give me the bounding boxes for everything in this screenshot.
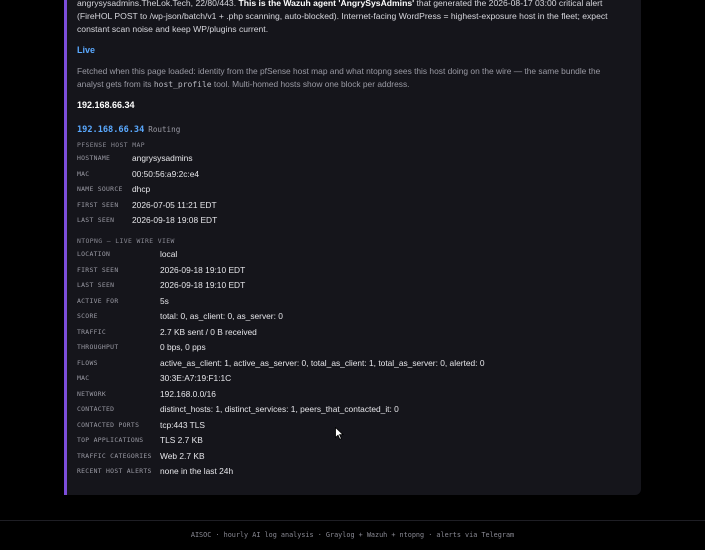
ntopng-row-label: RECENT HOST ALERTS	[77, 467, 152, 475]
pfsense-row: MAC 00:50:56:a9:2c:e4	[77, 169, 607, 181]
ip-heading: 192.168.66.34	[77, 100, 135, 110]
ntopng-row-label: FLOWS	[77, 358, 98, 367]
pfsense-row: HOSTNAME angrysysadmins	[77, 153, 607, 165]
ntopng-row-label: CONTACTED PORTS	[77, 420, 140, 429]
ntopng-row: TRAFFIC 2.7 KB sent / 0 B received	[77, 327, 607, 339]
ntopng-row: RECENT HOST ALERTS none in the last 24h	[77, 466, 607, 478]
pfsense-row-value: 2026-09-18 19:08 EDT	[132, 215, 218, 225]
ntopng-row: NETWORK 192.168.0.0/16	[77, 389, 607, 401]
ntopng-row-value: Web 2.7 KB	[160, 450, 205, 461]
pfsense-section-title: PFSENSE HOST MAP	[77, 141, 145, 149]
live-desc-text-after: tool. Multi-homed hosts show one block p…	[211, 78, 410, 89]
ntopng-row-label: ACTIVE FOR	[77, 296, 119, 305]
pfsense-row: LAST SEEN 2026-09-18 19:08 EDT	[77, 215, 607, 227]
ntopng-row-value: 2.7 KB sent / 0 B received	[160, 326, 257, 337]
ip-tag: Routing	[148, 125, 181, 134]
ntopng-row-label: MAC	[77, 374, 90, 382]
ip-address[interactable]: 192.168.66.34	[77, 125, 144, 135]
ntopng-row-label: TRAFFIC	[77, 327, 107, 336]
ntopng-row-value: total: 0, as_client: 0, as_server: 0	[160, 311, 283, 321]
ntopng-row-value: TLS 2.7 KB	[160, 435, 203, 445]
pfsense-row-value: 2026-07-05 11:21 EDT	[132, 199, 217, 210]
ntopng-row-label: FIRST SEEN	[77, 265, 119, 274]
ntopng-row-value: active_as_client: 1, active_as_server: 0…	[160, 357, 485, 368]
ntopng-row-value: 192.168.0.0/16	[160, 388, 216, 399]
ntopng-row-label: LOCATION	[77, 250, 111, 258]
ntopng-row-value: 0 bps, 0 pps	[160, 342, 206, 352]
live-heading: Live	[77, 45, 96, 55]
ntopng-row-label: SCORE	[77, 312, 98, 320]
host-note-bold: This is the Wazuh agent 'AngrySysAdmins'	[238, 0, 415, 8]
pfsense-row: FIRST SEEN 2026-07-05 11:21 EDT	[77, 200, 607, 212]
ntopng-row: MAC 30:3E:A7:19:F1:1C	[77, 373, 607, 385]
ntopng-row: ACTIVE FOR 5s	[77, 296, 607, 308]
pfsense-row-label: HOSTNAME	[77, 154, 111, 162]
ntopng-row: TRAFFIC CATEGORIES Web 2.7 KB	[77, 451, 607, 463]
host-card: angrysysadmins.TheLok.Tech, 22/80/443. T…	[64, 0, 641, 495]
ntopng-row: CONTACTED distinct_hosts: 1, distinct_ser…	[77, 404, 607, 416]
host-profile-code: host_profile	[153, 79, 212, 89]
live-description: Fetched when this page loaded: identity …	[77, 65, 627, 91]
host-note: angrysysadmins.TheLok.Tech, 22/80/443. T…	[77, 0, 627, 36]
ntopng-row-value: 30:3E:A7:19:F1:1C	[160, 373, 232, 383]
pfsense-row: NAME SOURCE dhcp	[77, 184, 607, 196]
ntopng-row-label: NETWORK	[77, 389, 107, 398]
ntopng-row: FIRST SEEN 2026-09-18 19:10 EDT	[77, 265, 607, 277]
ntopng-row-value: 2026-09-18 19:10 EDT	[160, 264, 246, 275]
pfsense-row-label: NAME SOURCE	[77, 185, 123, 193]
ntopng-row-label: TRAFFIC CATEGORIES	[77, 451, 152, 460]
ntopng-row-value: none in the last 24h	[160, 466, 234, 476]
pfsense-row-value: angrysysadmins	[132, 153, 193, 163]
footer-divider	[0, 520, 705, 521]
ntopng-row-label: THROUGHPUT	[77, 343, 119, 351]
pfsense-row-label: LAST SEEN	[77, 216, 115, 224]
pfsense-row-label: FIRST SEEN	[77, 200, 119, 209]
pfsense-row-value: dhcp	[132, 184, 151, 194]
ntopng-row-label: TOP APPLICATIONS	[77, 436, 144, 444]
ntopng-row-value: 2026-09-18 19:10 EDT	[160, 280, 246, 290]
ntopng-section-title: NTOPNG — LIVE WIRE VIEW	[77, 237, 175, 245]
ntopng-row-value: local	[160, 249, 178, 259]
pfsense-row-label: MAC	[77, 169, 90, 178]
ntopng-row-value: tcp:443 TLS	[160, 419, 206, 430]
mouse-pointer-icon	[335, 427, 344, 440]
footer: AISOC · hourly AI log analysis · Graylog…	[190, 531, 515, 539]
pfsense-row-value: 00:50:56:a9:2c:e4	[132, 168, 200, 179]
ntopng-row: FLOWS active_as_client: 1, active_as_serv…	[77, 358, 607, 370]
ntopng-row: LAST SEEN 2026-09-18 19:10 EDT	[77, 280, 607, 292]
ntopng-row-label: LAST SEEN	[77, 281, 115, 289]
ntopng-row: LOCATION local	[77, 249, 607, 261]
host-note-text: angrysysadmins.TheLok.Tech, 22/80/443.	[77, 0, 239, 8]
ntopng-row-value: distinct_hosts: 1, distinct_services: 1,…	[160, 404, 399, 414]
ntopng-row: THROUGHPUT 0 bps, 0 pps	[77, 342, 607, 354]
ntopng-row: SCORE total: 0, as_client: 0, as_server: …	[77, 311, 607, 323]
ip-block-header: 192.168.66.34 Routing	[77, 124, 180, 135]
ntopng-row-label: CONTACTED	[77, 405, 115, 413]
ntopng-row-value: 5s	[160, 295, 169, 306]
